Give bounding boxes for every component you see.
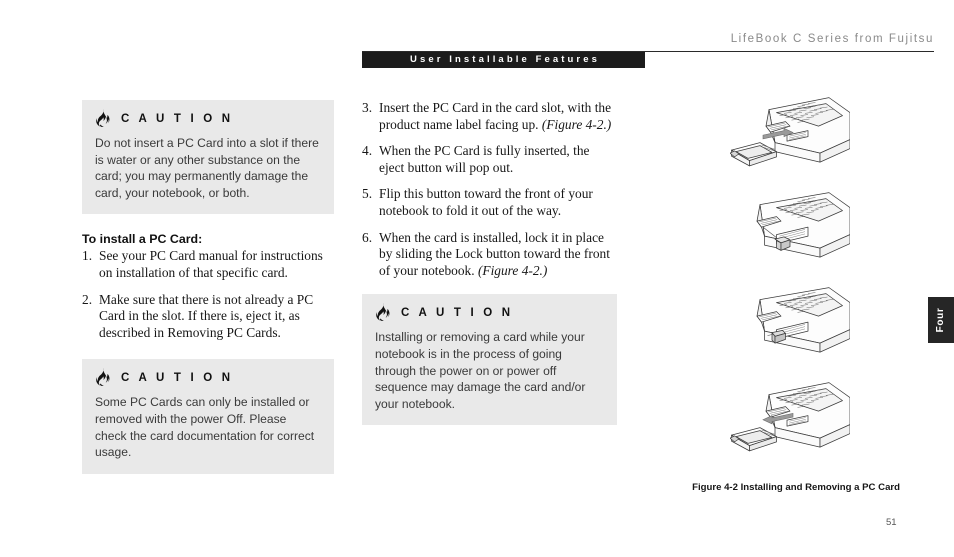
caution-header: C A U T I O N — [95, 109, 321, 128]
figure-caption: Figure 4-2 Installing and Removing a PC … — [692, 482, 900, 493]
notebook-eject-button-illustration — [756, 192, 850, 258]
install-steps-list: 1. See your PC Card manual for instructi… — [82, 248, 334, 341]
flame-icon — [96, 368, 110, 387]
caution-header: C A U T I O N — [375, 303, 604, 322]
left-column: C A U T I O N Do not insert a PC Card in… — [82, 100, 334, 474]
page-number: 51 — [886, 517, 897, 528]
caution-title: C A U T I O N — [121, 112, 234, 125]
notebook-card-remove-illustration — [730, 382, 850, 452]
caution-box-water: C A U T I O N Do not insert a PC Card in… — [82, 100, 334, 215]
list-item: 1. See your PC Card manual for instructi… — [82, 248, 334, 281]
figure-reference: (Figure 4-2.) — [477, 262, 548, 278]
notebook-card-insert-illustration — [730, 97, 850, 167]
section-banner: User Installable Features — [362, 52, 645, 68]
step-number: 3. — [362, 100, 373, 115]
step-number: 5. — [362, 186, 373, 202]
caution-body: Installing or removing a card while your… — [375, 330, 586, 411]
list-item: 6. When the card is installed, lock it i… — [362, 230, 617, 280]
step-text: When the PC Card is fully inserted, the … — [379, 143, 590, 175]
caution-box-power-sequence: C A U T I O N Installing or removing a c… — [362, 294, 617, 426]
step-text: See your PC Card manual for instructions… — [99, 248, 323, 280]
caution-title: C A U T I O N — [401, 306, 514, 319]
caution-box-power-off: C A U T I O N Some PC Cards can only be … — [82, 359, 334, 474]
flame-icon — [376, 303, 390, 322]
install-heading: To install a PC Card: — [82, 232, 203, 247]
middle-column: 3. Insert the PC Card in the card slot, … — [362, 100, 617, 426]
step-number: 6. — [362, 229, 373, 245]
caution-body: Some PC Cards can only be installed or r… — [95, 395, 315, 460]
step-number: 4. — [362, 143, 373, 159]
figure-reference: (Figure 4-2.) — [541, 116, 612, 132]
notebook-lock-button-illustration — [756, 287, 850, 353]
flame-icon — [96, 109, 110, 127]
list-item: 3. Insert the PC Card in the card slot, … — [362, 100, 617, 133]
step-number: 2. — [82, 291, 93, 307]
figure-column: Figure 4-2 Installing and Removing a PC … — [660, 96, 922, 493]
caution-title: C A U T I O N — [121, 371, 234, 384]
list-item: 4. When the PC Card is fully inserted, t… — [362, 143, 617, 176]
caution-header: C A U T I O N — [95, 368, 321, 387]
caution-body: Do not insert a PC Card into a slot if t… — [95, 136, 319, 200]
chapter-tab-label: Four — [935, 307, 946, 333]
book-title: LifeBook C Series from Fujitsu — [730, 33, 934, 45]
chapter-tab-four: Four — [928, 297, 954, 343]
step-number: 1. — [82, 248, 93, 264]
step-text: Make sure that there is not already a PC… — [99, 291, 314, 340]
list-item: 5. Flip this button toward the front of … — [362, 186, 617, 219]
step-text: Flip this button toward the front of you… — [379, 186, 593, 218]
list-item: 2. Make sure that there is not already a… — [82, 292, 334, 342]
install-steps-list-continued: 3. Insert the PC Card in the card slot, … — [362, 100, 617, 279]
